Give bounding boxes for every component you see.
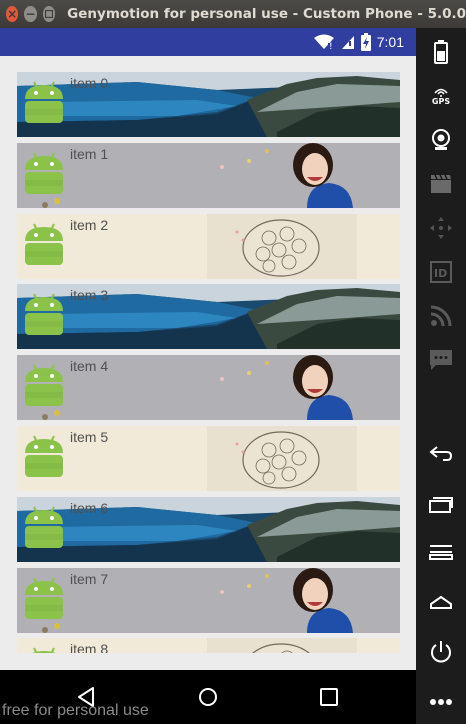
android-icon — [25, 152, 63, 194]
home-icon — [199, 688, 217, 706]
list-item[interactable]: item 6 — [17, 497, 400, 562]
recents-icon — [429, 497, 453, 513]
close-icon: × — [7, 7, 18, 21]
svg-text:!: ! — [329, 42, 333, 50]
camera-tool-button[interactable] — [416, 120, 466, 160]
network-tool-button[interactable] — [416, 296, 466, 336]
wifi-icon: ! — [313, 34, 335, 50]
more-icon — [430, 699, 452, 705]
window-title-bar: × − Genymotion for personal use - Custom… — [0, 0, 466, 28]
battery-charging-icon — [360, 33, 371, 51]
item-label: item 0 — [70, 75, 109, 91]
minimize-window-button[interactable]: − — [24, 6, 37, 22]
id-icon: ID — [430, 261, 452, 283]
status-time: 7:01 — [376, 34, 404, 50]
list-item[interactable]: item 4 — [17, 355, 400, 420]
rss-icon — [430, 305, 452, 327]
item-label: item 1 — [70, 146, 109, 162]
signal-icon — [341, 34, 355, 50]
gps-label: GPS — [431, 96, 451, 106]
dpad-icon — [430, 217, 452, 239]
home-icon — [430, 595, 452, 609]
status-bar: ! 7:01 — [0, 28, 416, 56]
android-icon — [25, 293, 63, 335]
camera-icon — [432, 129, 450, 150]
nav-recents-button[interactable] — [314, 684, 344, 710]
menu-icon — [429, 545, 453, 560]
gps-tool-button[interactable]: GPS — [416, 76, 466, 116]
android-icon — [25, 577, 63, 619]
gps-icon — [434, 88, 448, 97]
battery-tool-button[interactable] — [416, 32, 466, 72]
close-window-button[interactable]: × — [6, 6, 19, 22]
android-recents-tool-button[interactable] — [416, 484, 466, 524]
android-home-tool-button[interactable] — [416, 582, 466, 622]
android-back-tool-button[interactable] — [416, 434, 466, 474]
chat-icon — [430, 350, 452, 370]
android-icon — [32, 647, 56, 653]
minimize-icon: − — [25, 7, 36, 21]
power-tool-button[interactable] — [416, 632, 466, 672]
item-label: item 4 — [70, 358, 109, 374]
item-label: item 3 — [70, 287, 109, 303]
list-item[interactable]: item 1 — [17, 143, 400, 208]
maximize-window-button[interactable] — [42, 6, 56, 22]
item-label: item 8 — [70, 641, 109, 653]
genymotion-toolbar: GPS ID — [416, 28, 466, 724]
list-item[interactable]: item 8 — [17, 638, 400, 653]
window-title: Genymotion for personal use - Custom Pho… — [67, 6, 466, 22]
list-item[interactable]: item 2 — [17, 214, 400, 279]
dpad-tool-button[interactable] — [416, 208, 466, 248]
sms-tool-button[interactable] — [416, 340, 466, 380]
list-item[interactable]: item 7 — [17, 568, 400, 633]
item-label: item 6 — [70, 500, 109, 516]
item-label: item 5 — [70, 429, 109, 445]
android-icon — [25, 364, 63, 406]
more-tool-button[interactable] — [416, 682, 466, 722]
maximize-icon — [44, 10, 53, 18]
svg-text:ID: ID — [434, 267, 447, 280]
media-tool-button[interactable] — [416, 164, 466, 204]
item-label: item 2 — [70, 217, 109, 233]
android-icon — [25, 435, 63, 477]
android-icon — [25, 506, 63, 548]
list-item[interactable]: item 3 — [17, 284, 400, 349]
android-icon — [25, 223, 63, 265]
android-icon — [25, 81, 63, 123]
app-content: item 0 item 1 item 2 item 3 item 4 item … — [0, 56, 416, 670]
item-list[interactable]: item 0 item 1 item 2 item 3 item 4 item … — [17, 72, 400, 653]
list-item[interactable]: item 0 — [17, 72, 400, 137]
battery-icon — [434, 40, 448, 64]
android-menu-tool-button[interactable] — [416, 532, 466, 572]
list-item[interactable]: item 5 — [17, 426, 400, 491]
clapperboard-icon — [431, 174, 451, 193]
item-label: item 7 — [70, 571, 109, 587]
recents-icon — [320, 688, 338, 706]
device-id-tool-button[interactable]: ID — [416, 252, 466, 292]
back-arrow-icon — [429, 446, 453, 461]
nav-home-button[interactable] — [193, 684, 223, 710]
power-icon — [431, 641, 451, 663]
personal-use-watermark: free for personal use — [2, 702, 149, 719]
